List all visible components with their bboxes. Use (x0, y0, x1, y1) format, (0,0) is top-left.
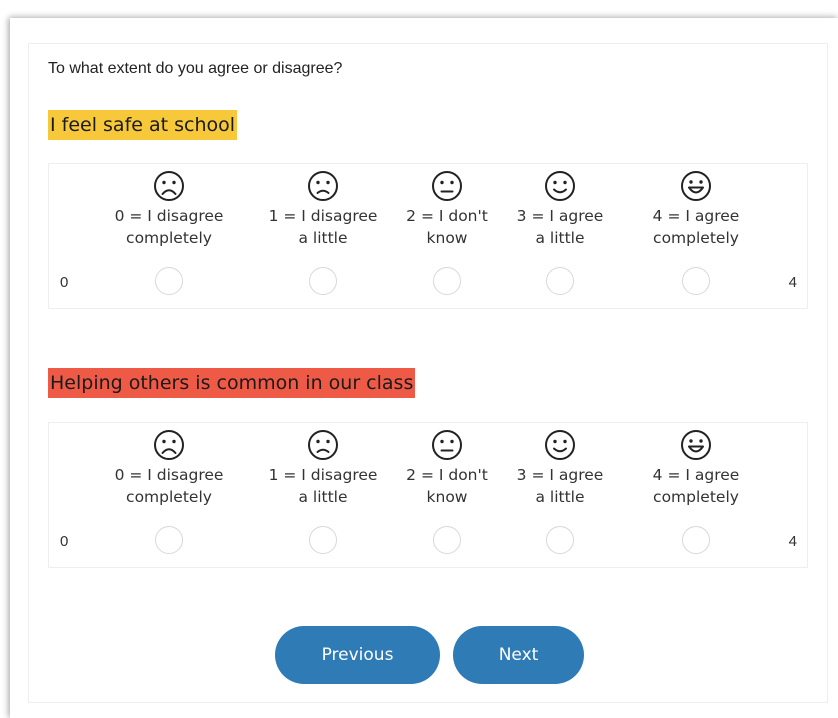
option-label-line1: 1 = I disagree (268, 207, 378, 225)
option-label-line2: completely (653, 229, 739, 247)
radio-option-1[interactable] (309, 526, 337, 554)
big-smile-face-icon (681, 171, 711, 201)
option-4: 4 = I agree completely (631, 170, 761, 249)
option-label-line1: 0 = I disagree (114, 207, 224, 225)
statement-1: I feel safe at school (48, 110, 238, 140)
radio-option-4[interactable] (682, 526, 710, 554)
radio-option-2[interactable] (433, 526, 461, 554)
option-label-line1: 0 = I disagree (114, 466, 224, 484)
option-label-line2: a little (535, 229, 585, 247)
option-label-line1: 4 = I agree (652, 466, 740, 484)
option-label-line1: 3 = I agree (516, 207, 604, 225)
option-4: 4 = I agree completely (631, 429, 761, 508)
statement-2: Helping others is common in our class (48, 368, 416, 398)
option-0: 0 = I disagree completely (104, 429, 234, 508)
option-2: 2 = I don't know (382, 170, 512, 249)
option-label-line1: 1 = I disagree (268, 466, 378, 484)
scale-max-label: 4 (788, 274, 797, 291)
very-sad-face-icon (154, 430, 184, 460)
radio-option-3[interactable] (546, 267, 574, 295)
radio-option-3[interactable] (546, 526, 574, 554)
scale-min-label: 0 (60, 533, 69, 550)
radio-option-0[interactable] (155, 267, 183, 295)
option-label-line2: a little (535, 488, 585, 506)
previous-button[interactable]: Previous (275, 626, 440, 684)
next-button[interactable]: Next (453, 626, 584, 684)
option-label-line1: 2 = I don't (406, 466, 488, 484)
neutral-face-icon (432, 171, 462, 201)
option-3: 3 = I agree a little (495, 170, 625, 249)
option-label-line2: know (426, 229, 468, 247)
option-label-line1: 2 = I don't (406, 207, 488, 225)
rating-scale-1: 0 0 = I disagree completely 1 = I disagr… (48, 163, 808, 309)
radio-option-4[interactable] (682, 267, 710, 295)
option-label-line2: completely (126, 488, 212, 506)
smile-face-icon (545, 430, 575, 460)
scale-max-label: 4 (788, 533, 797, 550)
neutral-face-icon (432, 430, 462, 460)
option-label-line1: 3 = I agree (516, 466, 604, 484)
smile-face-icon (545, 171, 575, 201)
radio-option-0[interactable] (155, 526, 183, 554)
option-label-line2: completely (653, 488, 739, 506)
option-1: 1 = I disagree a little (258, 170, 388, 249)
option-label-line2: a little (298, 488, 348, 506)
option-label-line2: know (426, 488, 468, 506)
big-smile-face-icon (681, 430, 711, 460)
sad-face-icon (308, 430, 338, 460)
radio-option-2[interactable] (433, 267, 461, 295)
option-1: 1 = I disagree a little (258, 429, 388, 508)
sad-face-icon (308, 171, 338, 201)
question-prompt: To what extent do you agree or disagree? (48, 60, 343, 77)
option-2: 2 = I don't know (382, 429, 512, 508)
option-0: 0 = I disagree completely (104, 170, 234, 249)
radio-option-1[interactable] (309, 267, 337, 295)
rating-scale-2: 0 0 = I disagree completely 1 = I disagr… (48, 422, 808, 568)
option-label-line1: 4 = I agree (652, 207, 740, 225)
option-label-line2: completely (126, 229, 212, 247)
option-3: 3 = I agree a little (495, 429, 625, 508)
option-label-line2: a little (298, 229, 348, 247)
scale-min-label: 0 (60, 274, 69, 291)
very-sad-face-icon (154, 171, 184, 201)
